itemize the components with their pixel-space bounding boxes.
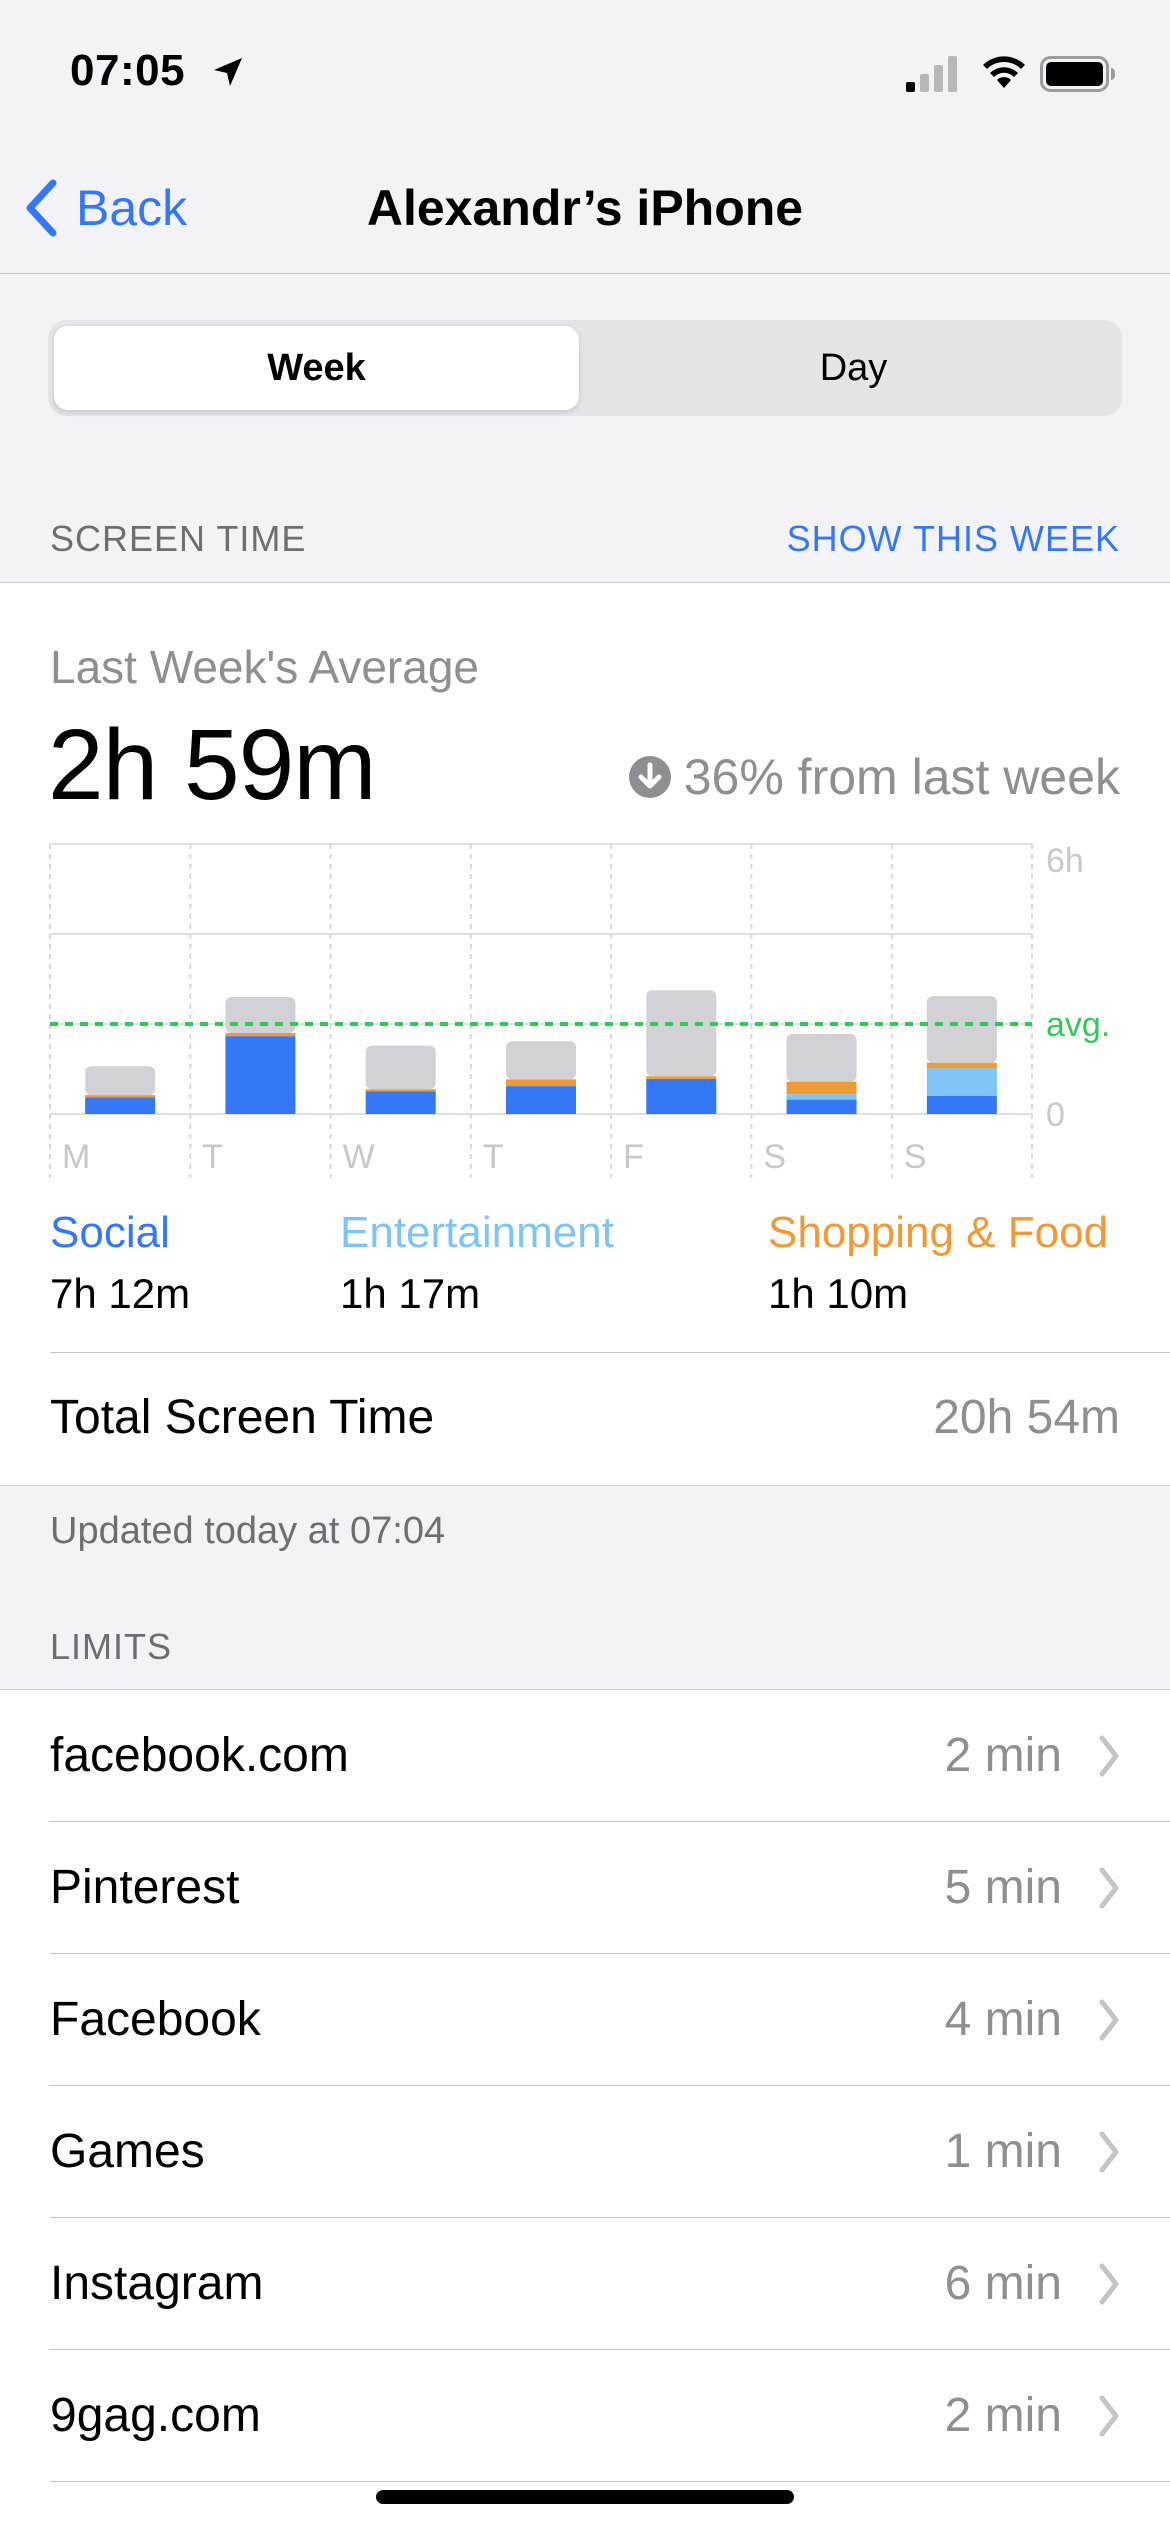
bar-segment <box>926 1068 997 1096</box>
legend-social-label: Social <box>50 1208 170 1257</box>
x-tick-label: T <box>202 1138 223 1176</box>
bar-segment <box>786 1033 857 1082</box>
y-tick-label-max: 6h <box>1046 842 1084 880</box>
legend-social-value: 7h 12m <box>50 1270 191 1317</box>
limit-name: Instagram <box>50 2257 264 2310</box>
bar-segment <box>506 1041 576 1080</box>
screen-time-section-header: SCREEN TIME <box>50 518 307 559</box>
x-tick-label: S <box>904 1138 927 1176</box>
bar-segment <box>646 1076 717 1079</box>
bar-segment <box>646 990 717 1077</box>
bar-segment <box>85 1097 156 1114</box>
total-screen-time-label: Total Screen Time <box>50 1391 435 1444</box>
weekly-usage-chart: M T W T F S S 6h avg. 0 <box>49 842 1110 1178</box>
limits-section-header: LIMITS <box>50 1626 173 1667</box>
average-value: 2h 59m <box>48 709 377 821</box>
limit-value: 2 min <box>944 1729 1062 1782</box>
limits-list: facebook.com 2 min Pinterest 5 min Faceb… <box>0 1689 1170 2533</box>
y-tick-label-min: 0 <box>1046 1096 1065 1134</box>
limit-row-facebook-com[interactable]: facebook.com 2 min <box>0 1690 1170 1822</box>
legend-shopping-value: 1h 10m <box>768 1270 909 1317</box>
bar-segment <box>365 1045 436 1090</box>
x-tick-label: W <box>343 1138 375 1176</box>
limit-name: Facebook <box>50 1993 261 2046</box>
segment-week[interactable]: Week <box>54 326 579 410</box>
page-title: Alexandr’s iPhone <box>366 180 804 236</box>
limit-name: 9gag.com <box>50 2389 261 2442</box>
x-tick-label: T <box>483 1138 504 1176</box>
limit-value: 4 min <box>944 1993 1062 2046</box>
limit-name: Pinterest <box>50 1861 240 1914</box>
total-screen-time-value: 20h 54m <box>933 1391 1120 1444</box>
segment-day[interactable]: Day <box>591 326 1116 410</box>
chevron-right-icon <box>1099 2263 1119 2305</box>
arrow-down-circle-icon <box>628 756 671 798</box>
bar-segment <box>225 1036 296 1114</box>
period-segmented-control: Week Day <box>48 320 1122 416</box>
x-tick-label: F <box>623 1138 644 1176</box>
limit-name: facebook.com <box>50 1729 349 1782</box>
bar-segment <box>225 997 296 1033</box>
bar-segment <box>506 1079 576 1087</box>
limit-row-pinterest[interactable]: Pinterest 5 min <box>0 1822 1170 1954</box>
bar-segment <box>926 1096 997 1114</box>
location-arrow-icon <box>214 58 242 86</box>
show-this-week-link[interactable]: SHOW THIS WEEK <box>787 518 1120 560</box>
updated-text: Updated today at 07:04 <box>50 1510 446 1552</box>
legend-shopping-label: Shopping & Food <box>768 1208 1109 1257</box>
cellular-signal-icon <box>906 56 957 92</box>
bar-segment <box>85 1066 156 1096</box>
average-label: Last Week's Average <box>50 641 480 693</box>
row-separator <box>50 2481 1170 2482</box>
bar-segment <box>786 1099 857 1114</box>
legend-entertainment-value: 1h 17m <box>340 1270 481 1317</box>
limit-value: 6 min <box>944 2257 1062 2310</box>
limit-row-instagram[interactable]: Instagram 6 min <box>0 2218 1170 2350</box>
y-tick-label-avg: avg. <box>1046 1006 1110 1044</box>
weekly-change: 36% from last week <box>628 748 1120 806</box>
bar-segment <box>786 1081 857 1095</box>
limit-value: 1 min <box>944 2125 1062 2178</box>
limit-row-facebook[interactable]: Facebook 4 min <box>0 1954 1170 2086</box>
chevron-right-icon <box>1099 1999 1119 2041</box>
bar-segment <box>506 1086 576 1114</box>
bar-segment <box>85 1095 156 1098</box>
chevron-right-icon <box>1099 2131 1119 2173</box>
x-tick-label: S <box>763 1138 786 1176</box>
bar-segment <box>365 1089 436 1092</box>
wifi-icon <box>983 56 1025 88</box>
battery-icon <box>1040 56 1115 92</box>
limit-row-9gag-com[interactable]: 9gag.com 2 min <box>0 2350 1170 2482</box>
chevron-right-icon <box>1099 1867 1119 1909</box>
bar-segment <box>926 1062 997 1069</box>
x-tick-label: M <box>62 1138 90 1176</box>
chevron-right-icon <box>1099 1735 1119 1777</box>
bar-segment <box>646 1078 717 1114</box>
limit-row-games[interactable]: Games 1 min <box>0 2086 1170 2218</box>
limit-value: 5 min <box>944 1861 1062 1914</box>
bar-segment <box>225 1033 296 1037</box>
bar-segment <box>786 1094 857 1100</box>
bar-segment <box>365 1091 436 1114</box>
bar-segment <box>926 996 997 1063</box>
status-time: 07:05 <box>70 46 186 95</box>
limit-value: 2 min <box>944 2389 1062 2442</box>
legend-entertainment-label: Entertainment <box>340 1208 614 1257</box>
legend-divider <box>50 1352 1170 1353</box>
nav-divider <box>0 273 1170 274</box>
limit-name: Games <box>50 2125 205 2178</box>
home-indicator[interactable] <box>376 2490 794 2504</box>
weekly-change-text: 36% from last week <box>683 749 1120 805</box>
chevron-right-icon <box>1099 2395 1119 2437</box>
